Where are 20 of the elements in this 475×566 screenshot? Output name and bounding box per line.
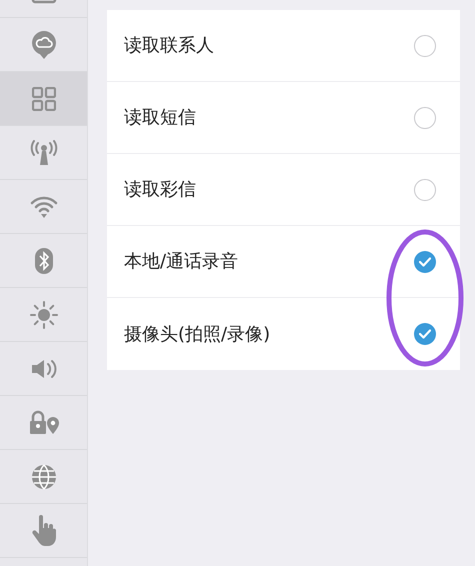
sidebar-item[interactable] xyxy=(0,72,87,126)
permission-row[interactable]: 读取彩信 xyxy=(107,154,460,226)
antenna-icon xyxy=(30,140,58,166)
permission-row[interactable]: 读取联系人 xyxy=(107,10,460,82)
globe-icon xyxy=(30,462,58,490)
permission-row[interactable]: 摄像头(拍照/录像) xyxy=(107,298,460,370)
cloud-bubble-icon xyxy=(30,30,56,60)
permission-row[interactable]: 本地/通话录音 xyxy=(107,226,460,298)
permission-label: 读取短信 xyxy=(124,106,196,130)
sun-icon xyxy=(28,300,58,330)
wifi-icon xyxy=(30,194,58,218)
permission-label: 摄像头(拍照/录像) xyxy=(124,322,270,346)
bluetooth-icon xyxy=(34,246,54,274)
grid-icon xyxy=(32,86,56,110)
pointing-hand-icon xyxy=(30,514,56,546)
permission-label: 读取联系人 xyxy=(124,34,214,58)
permission-label: 读取彩信 xyxy=(124,178,196,202)
permission-row[interactable]: 读取短信 xyxy=(107,82,460,154)
lock-pin-icon xyxy=(28,410,60,436)
permission-label: 本地/通话录音 xyxy=(124,250,238,274)
